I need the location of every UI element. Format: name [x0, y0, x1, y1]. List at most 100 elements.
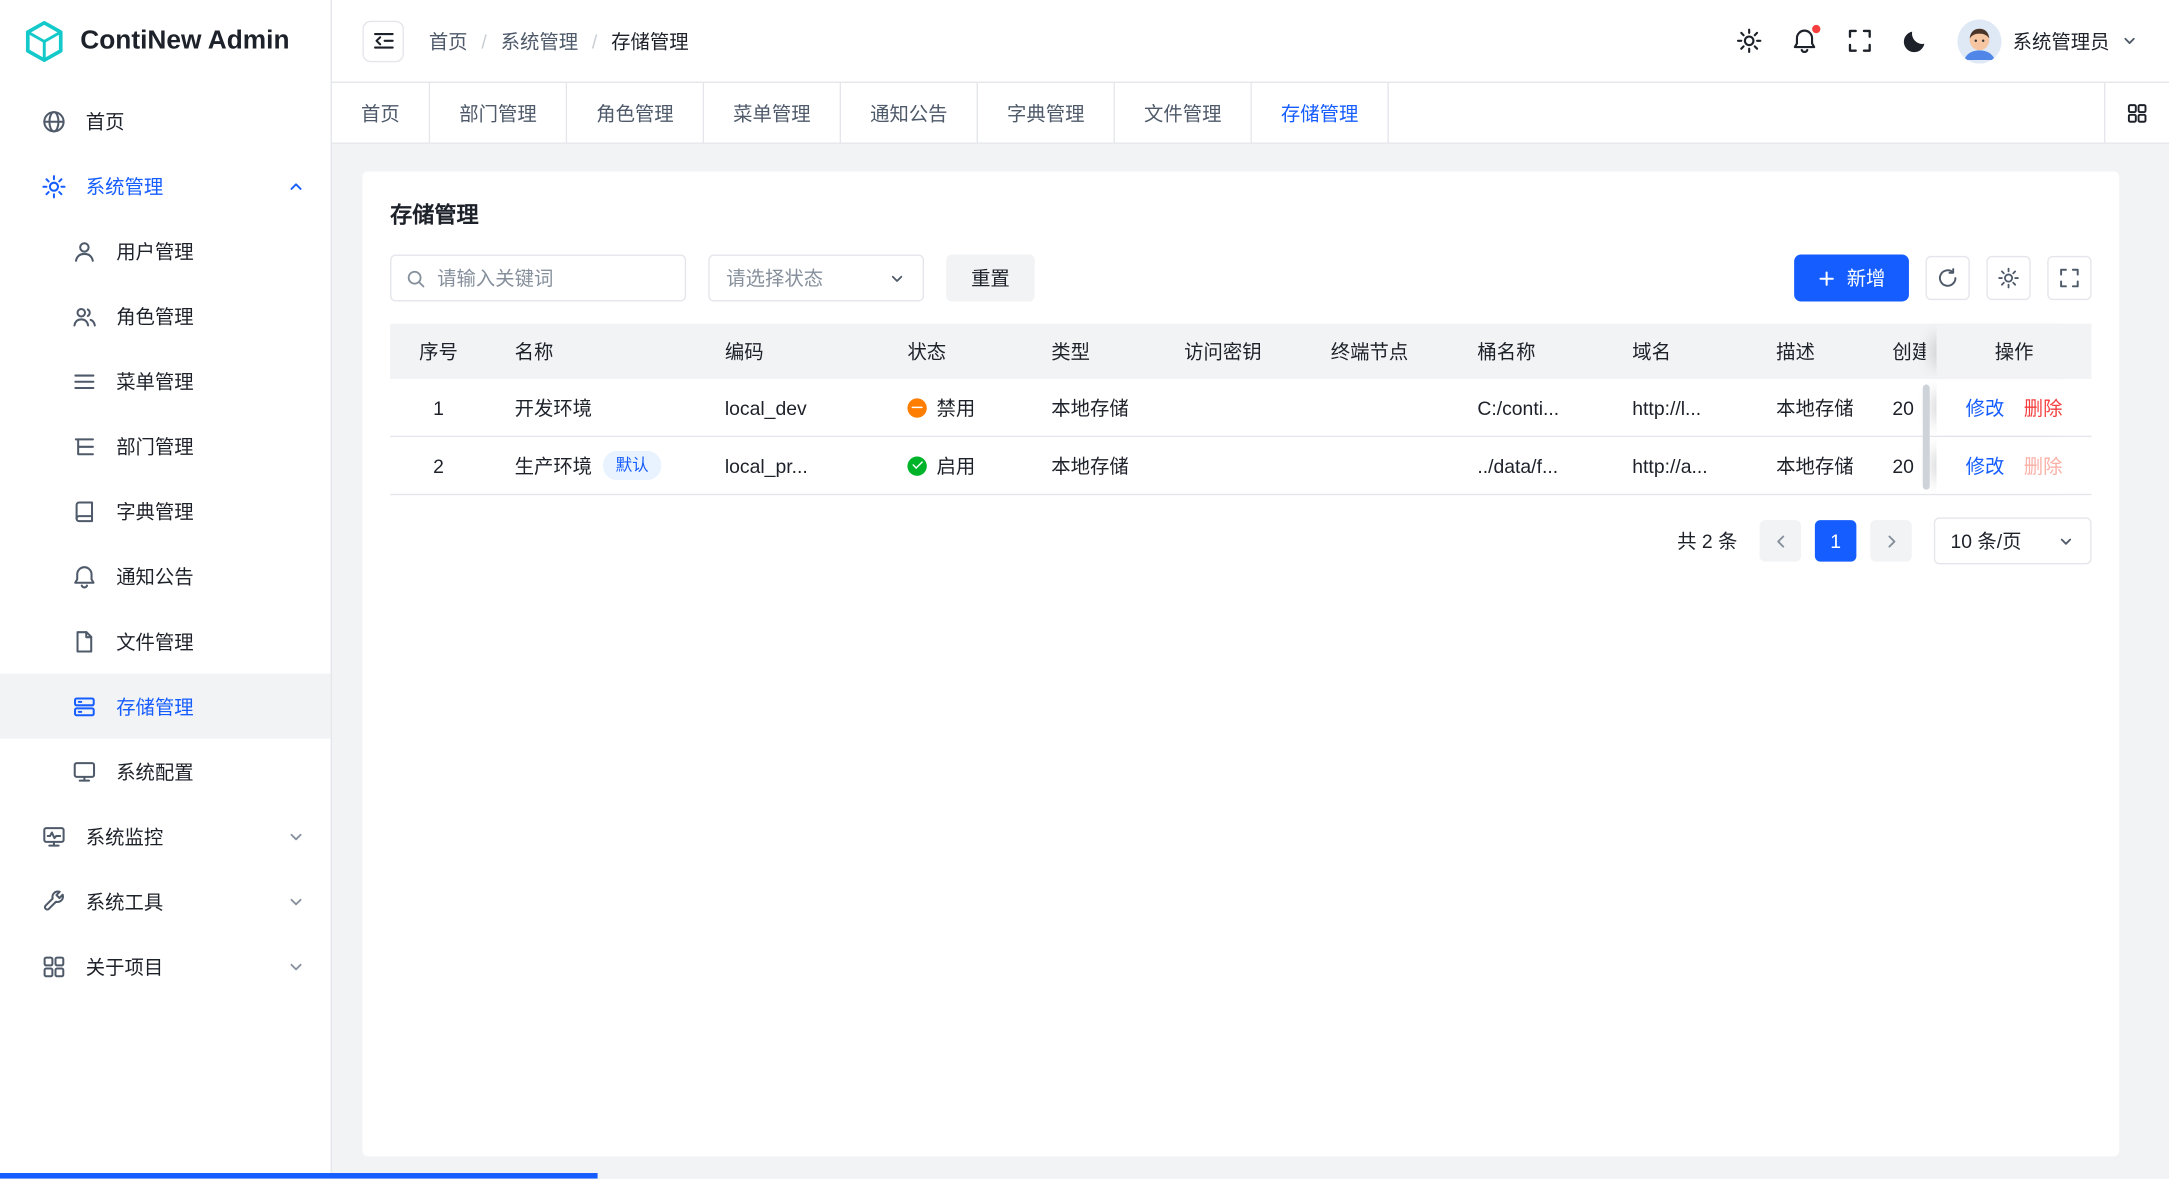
cell-status: 启用 [880, 452, 1024, 480]
add-button[interactable]: 新增 [1794, 255, 1909, 302]
page-size-select[interactable]: 10 条/页 [1934, 517, 2092, 564]
keyword-search-input[interactable] [437, 267, 671, 289]
cell-desc: 本地存储 [1748, 452, 1892, 480]
cell-domain: http://l... [1605, 396, 1749, 418]
progress-bar [0, 1173, 598, 1179]
grid-icon [2126, 102, 2148, 124]
table-scrollbar-thumb[interactable] [1923, 385, 1930, 490]
tab-options-button[interactable] [2104, 83, 2169, 142]
status-select[interactable]: 请选择状态 [708, 255, 924, 302]
sidebar-item-system-config[interactable]: 系统配置 [0, 739, 331, 804]
sidebar-item-notice-management[interactable]: 通知公告 [0, 544, 331, 609]
tab-menu[interactable]: 菜单管理 [704, 83, 841, 142]
sidebar-item-system-tools[interactable]: 系统工具 [0, 869, 331, 934]
default-badge: 默认 [603, 451, 661, 480]
fullscreen-icon[interactable] [1847, 28, 1873, 54]
breadcrumb: 首页 系统管理 存储管理 [429, 27, 689, 55]
settings-icon[interactable] [1736, 28, 1762, 54]
breadcrumb-item[interactable]: 首页 [429, 27, 468, 55]
tab-notice[interactable]: 通知公告 [841, 83, 978, 142]
col-header-type: 类型 [1024, 338, 1157, 366]
sidebar-item-label: 关于项目 [86, 952, 267, 980]
apps-grid-icon [41, 954, 66, 979]
sidebar-item-home[interactable]: 首页 [0, 89, 331, 154]
sidebar-item-storage-management[interactable]: 存储管理 [0, 674, 331, 739]
top-bar: 首页 系统管理 存储管理 [332, 0, 2169, 83]
sidebar-item-menu-management[interactable]: 菜单管理 [0, 349, 331, 414]
tree-icon [72, 434, 97, 459]
sidebar-item-system-management[interactable]: 系统管理 [0, 154, 331, 219]
brand-logo[interactable]: ContiNew Admin [0, 0, 331, 83]
status-enabled-icon [907, 456, 926, 475]
sidebar-item-role-management[interactable]: 角色管理 [0, 284, 331, 349]
table-row: 2 生产环境 默认 local_pr... 启用 本地存储 [390, 437, 2091, 495]
table-row: 1 开发环境 local_dev 禁用 本地存储 C:/conti... [390, 379, 2091, 437]
chevron-down-icon [286, 827, 305, 846]
wrench-icon [41, 889, 66, 914]
breadcrumb-item[interactable]: 系统管理 [468, 27, 579, 55]
gear-icon [41, 174, 66, 199]
sidebar-item-label: 系统工具 [86, 887, 267, 915]
next-page-button[interactable] [1870, 520, 1911, 561]
table-fullscreen-button[interactable] [2047, 256, 2091, 300]
pagination: 共 2 条 1 10 条/页 [390, 517, 2091, 564]
tab-role[interactable]: 角色管理 [567, 83, 704, 142]
delete-link[interactable]: 删除 [2024, 394, 2063, 422]
sidebar-item-file-management[interactable]: 文件管理 [0, 609, 331, 674]
delete-link-disabled[interactable]: 删除 [2024, 452, 2063, 480]
sidebar-item-label: 文件管理 [116, 627, 306, 655]
storage-table: 序号 名称 编码 状态 类型 访问密钥 终端节点 桶名称 域名 描述 创建时间 … [390, 324, 2091, 496]
edit-link[interactable]: 修改 [1966, 394, 2005, 422]
dark-mode-moon-icon[interactable] [1902, 28, 1928, 54]
cell-index: 1 [390, 396, 487, 418]
notification-bell-icon[interactable] [1791, 28, 1817, 54]
tab-storage[interactable]: 存储管理 [1252, 83, 1389, 142]
cell-type: 本地存储 [1024, 394, 1157, 422]
refresh-button[interactable] [1926, 256, 1970, 300]
sidebar-item-label: 系统管理 [86, 172, 267, 200]
tab-home[interactable]: 首页 [332, 83, 430, 142]
status-label: 启用 [936, 452, 975, 480]
cell-actions: 修改 删除 [1937, 379, 2092, 436]
sidebar-item-dict-management[interactable]: 字典管理 [0, 479, 331, 544]
status-select-placeholder: 请选择状态 [726, 264, 823, 292]
cell-created: 20 [1892, 454, 1925, 476]
cell-name: 开发环境 [487, 394, 697, 422]
chevron-down-icon [888, 269, 906, 287]
prev-page-button[interactable] [1760, 520, 1801, 561]
sidebar-item-about-project[interactable]: 关于项目 [0, 934, 331, 999]
col-header-code: 编码 [697, 338, 880, 366]
col-header-desc: 描述 [1748, 338, 1892, 366]
gear-icon [1997, 267, 2019, 289]
cell-bucket: ../data/f... [1450, 454, 1605, 476]
tab-dept[interactable]: 部门管理 [430, 83, 567, 142]
edit-link[interactable]: 修改 [1966, 452, 2005, 480]
cell-desc: 本地存储 [1748, 394, 1892, 422]
chevron-left-icon [1771, 532, 1789, 550]
toolbar-right: 新增 [1794, 255, 2091, 302]
sidebar-item-user-management[interactable]: 用户管理 [0, 219, 331, 284]
tab-file[interactable]: 文件管理 [1115, 83, 1252, 142]
user-menu[interactable]: 系统管理员 [1957, 19, 2138, 63]
status-label: 禁用 [936, 394, 975, 422]
reset-button[interactable]: 重置 [946, 255, 1035, 302]
tab-dict[interactable]: 字典管理 [978, 83, 1115, 142]
chevron-up-icon [286, 176, 305, 195]
sidebar-item-dept-management[interactable]: 部门管理 [0, 414, 331, 479]
sidebar: ContiNew Admin 首页 系统管理 [0, 0, 332, 1179]
sidebar-collapse-button[interactable] [362, 20, 403, 61]
column-settings-button[interactable] [1986, 256, 2030, 300]
monitor-icon [72, 759, 97, 784]
table-toolbar: 请选择状态 重置 新增 [390, 255, 2091, 302]
bell-icon [72, 564, 97, 589]
avatar [1957, 19, 2001, 63]
breadcrumb-item-current: 存储管理 [578, 27, 689, 55]
content-area: 存储管理 请选择状态 重置 [332, 144, 2169, 1179]
col-header-domain: 域名 [1605, 338, 1749, 366]
add-button-label: 新增 [1847, 264, 1886, 292]
page-number-1[interactable]: 1 [1815, 520, 1856, 561]
storage-name: 开发环境 [515, 394, 592, 422]
sidebar-item-system-monitor[interactable]: 系统监控 [0, 804, 331, 869]
table-header-row: 序号 名称 编码 状态 类型 访问密钥 终端节点 桶名称 域名 描述 创建时间 … [390, 324, 2091, 379]
keyword-search-field[interactable] [390, 255, 686, 302]
